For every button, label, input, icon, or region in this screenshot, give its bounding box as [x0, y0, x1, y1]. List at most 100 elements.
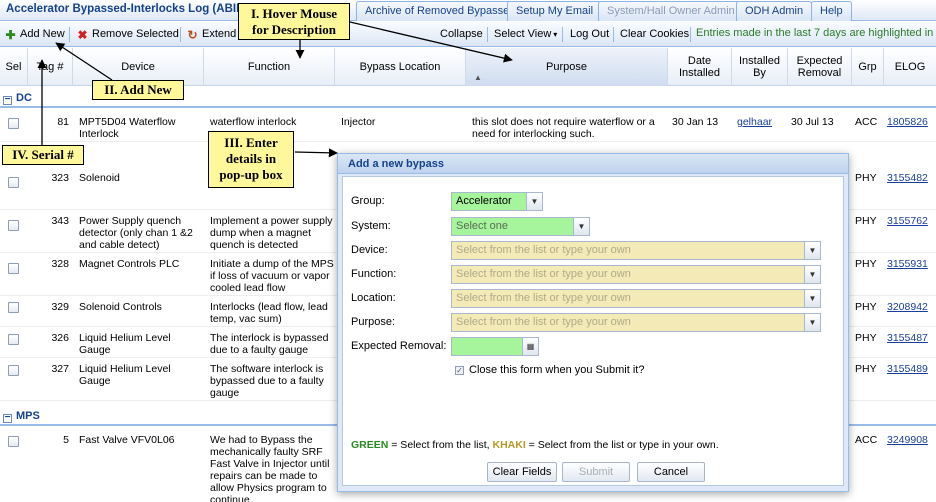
calendar-icon[interactable]: ▦: [522, 338, 538, 355]
row-installed-by[interactable]: gelhaar: [737, 116, 772, 128]
callout-line: III. Enter: [224, 135, 278, 150]
remove-selected-button[interactable]: ✖ Remove Selected: [76, 26, 179, 43]
removal-date-field[interactable]: ▦: [451, 337, 539, 356]
col-header-location[interactable]: Bypass Location: [335, 48, 466, 86]
device-combo[interactable]: Select from the list or type your own ▼: [451, 241, 821, 260]
row-checkbox[interactable]: [8, 220, 19, 231]
group-select-value: Accelerator: [456, 195, 512, 207]
col-header-installed-by[interactable]: Installed By: [732, 48, 788, 86]
row-elog-link[interactable]: 3155931: [887, 258, 928, 270]
row-elog-link[interactable]: 3155489: [887, 363, 928, 375]
app-title: Accelerator Bypassed-Interlocks Log (ABI…: [6, 3, 247, 15]
submit-button[interactable]: Submit: [562, 462, 630, 482]
col-header-date[interactable]: Date Installed: [668, 48, 732, 86]
row-function: Implement a power supply dump when a mag…: [210, 215, 333, 251]
collapse-toggle-icon[interactable]: −: [3, 95, 12, 105]
arrow-enter-details: [294, 148, 338, 158]
select-view-button[interactable]: Select View ▾: [494, 26, 557, 43]
cancel-button[interactable]: Cancel: [637, 462, 705, 482]
row-checkbox[interactable]: [8, 118, 19, 129]
row-removal: 30 Jul 13: [791, 116, 834, 128]
col-header-elog[interactable]: ELOG: [884, 48, 936, 86]
col-header-tag[interactable]: Tag #: [28, 48, 73, 86]
toolbar-separator: [487, 27, 488, 42]
col-header-removal[interactable]: Expected Removal: [788, 48, 852, 86]
chevron-down-icon[interactable]: ▼: [526, 193, 542, 210]
clear-fields-button[interactable]: Clear Fields: [487, 462, 557, 482]
collapse-button[interactable]: Collapse: [440, 26, 483, 43]
row-device: Solenoid Controls: [79, 301, 162, 313]
system-select[interactable]: Select one ▼: [451, 217, 590, 236]
dialog-title[interactable]: Add a new bypass: [338, 154, 848, 174]
calendar-refresh-icon: ↻: [187, 28, 198, 42]
close-on-submit-checkbox[interactable]: ✓: [455, 366, 464, 375]
row-function: The software interlock is bypassed due t…: [210, 363, 324, 399]
row-tag: 327: [51, 363, 69, 375]
tab-setup-email[interactable]: Setup My Email: [507, 1, 603, 21]
tab-help[interactable]: Help: [811, 1, 852, 21]
system-select-placeholder: Select one: [456, 220, 508, 232]
remove-selected-label: Remove Selected: [92, 28, 179, 40]
tab-odh-admin[interactable]: ODH Admin: [736, 1, 813, 21]
row-grp: ACC: [855, 434, 878, 446]
row-purpose: this slot does not require waterflow or …: [472, 116, 655, 140]
row-checkbox[interactable]: [8, 302, 19, 313]
row-checkbox[interactable]: [8, 436, 19, 447]
callout-line: details in: [225, 151, 277, 166]
callout-hover-mouse: I. Hover Mouse for Description: [238, 3, 350, 40]
row-tag: 326: [51, 332, 69, 344]
col-header-grp[interactable]: Grp: [852, 48, 884, 86]
chevron-down-icon[interactable]: ▼: [804, 314, 820, 331]
sort-asc-icon: ▲: [474, 73, 482, 82]
chevron-down-icon[interactable]: ▼: [804, 290, 820, 307]
row-elog-link[interactable]: 1805826: [887, 116, 928, 128]
table-row[interactable]: 81 MPT5D04 Waterflow Interlock waterflow…: [0, 112, 936, 142]
purpose-combo[interactable]: Select from the list or type your own ▼: [451, 313, 821, 332]
row-elog-link[interactable]: 3249908: [887, 434, 928, 446]
toolbar: ✚ Add New ✖ Remove Selected ↻ Extend Collap…: [0, 22, 936, 47]
row-checkbox[interactable]: [8, 365, 19, 376]
group-label: MPS: [16, 410, 40, 422]
add-new-button[interactable]: ✚ Add New: [4, 26, 65, 43]
row-device: Liquid Helium Level Gauge: [79, 363, 171, 387]
chevron-down-icon[interactable]: ▼: [804, 266, 820, 283]
row-checkbox[interactable]: [8, 334, 19, 345]
col-header-purpose[interactable]: Purpose ▲: [466, 48, 668, 86]
row-checkbox[interactable]: [8, 177, 19, 188]
toolbar-separator: [69, 27, 70, 42]
row-function: Initiate a dump of the MPS if loss of va…: [210, 258, 334, 294]
row-tag: 329: [51, 301, 69, 313]
add-bypass-dialog: Add a new bypass Group: Accelerator ▼ Sy…: [337, 153, 849, 492]
row-elog-link[interactable]: 3155482: [887, 172, 928, 184]
col-header-sel[interactable]: Sel: [0, 48, 28, 86]
tab-owner-admin[interactable]: System/Hall Owner Admin: [598, 1, 744, 21]
row-elog-link[interactable]: 3155762: [887, 215, 928, 227]
callout-line: for Description: [252, 22, 336, 37]
collapse-toggle-icon[interactable]: −: [3, 413, 12, 423]
location-combo[interactable]: Select from the list or type your own ▼: [451, 289, 821, 308]
row-elog-link[interactable]: 3208942: [887, 301, 928, 313]
function-combo[interactable]: Select from the list or type your own ▼: [451, 265, 821, 284]
row-checkbox[interactable]: [8, 263, 19, 274]
col-header-function[interactable]: Function: [204, 48, 335, 86]
clear-cookies-button[interactable]: Clear Cookies: [620, 26, 689, 43]
add-new-label: Add New: [20, 28, 65, 40]
row-device: Power Supply quench detector (only chan …: [79, 215, 193, 251]
legend-khaki-text: = Select from the list or type in your o…: [525, 439, 719, 451]
tab-archive[interactable]: Archive of Removed Bypasses: [356, 1, 524, 21]
toolbar-separator: [690, 27, 691, 42]
row-tag: 323: [51, 172, 69, 184]
toolbar-separator: [180, 27, 181, 42]
delete-icon: ✖: [77, 28, 88, 42]
log-out-button[interactable]: Log Out: [570, 26, 609, 43]
row-function: The interlock is bypassed due to a fault…: [210, 332, 329, 356]
chevron-down-icon[interactable]: ▼: [573, 218, 589, 235]
group-label: DC: [16, 92, 32, 104]
chevron-down-icon[interactable]: ▼: [804, 242, 820, 259]
row-grp: PHY: [855, 172, 877, 184]
group-select[interactable]: Accelerator ▼: [451, 192, 543, 211]
function-combo-placeholder: Select from the list or type your own: [456, 268, 631, 280]
extend-button[interactable]: ↻ Extend: [186, 26, 236, 43]
row-elog-link[interactable]: 3155487: [887, 332, 928, 344]
dialog-form: Group: Accelerator ▼ System: Select one …: [342, 176, 844, 486]
